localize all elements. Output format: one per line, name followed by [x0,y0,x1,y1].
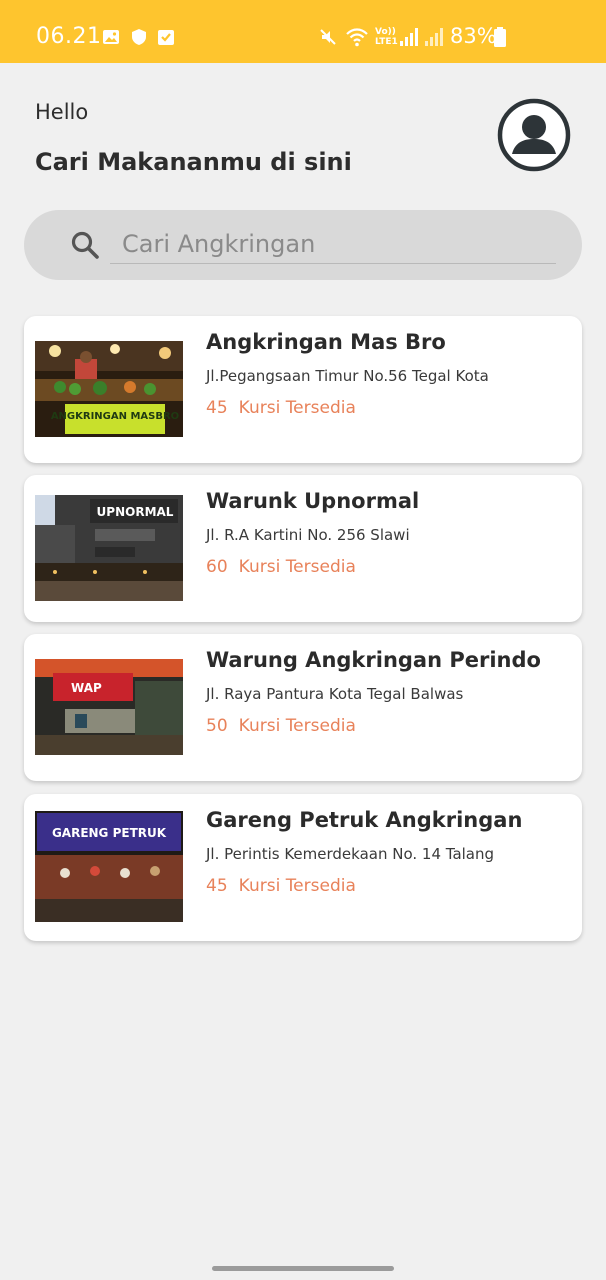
status-bar: 06.21 Vo)) LTE1 83% [0,0,606,63]
gallery-notification-icon [103,30,119,44]
seat-count: 50 [206,716,228,736]
mute-icon [320,29,336,45]
status-time: 06.21 [36,24,102,49]
task-notification-icon [158,30,174,45]
network-type-label: Vo)) LTE1 [375,27,398,47]
battery-percentage: 83% [450,24,497,48]
seat-label: Kursi Tersedia [238,716,356,736]
place-name: Warung Angkringan Perindo [206,648,541,672]
place-card[interactable]: GARENG PETRUK Gareng Petruk Angkringan J… [24,794,582,941]
seat-availability: 45 Kursi Tersedia [206,398,356,418]
place-photo: WAP [35,659,183,755]
seat-label: Kursi Tersedia [238,876,356,896]
place-photo: ANGKRINGAN MASBRO [35,341,183,437]
battery-icon [494,27,506,47]
search-input[interactable]: Cari Angkringan [110,226,556,264]
search-bar[interactable]: Cari Angkringan [24,210,582,280]
place-photo: GARENG PETRUK [35,811,183,922]
place-card[interactable]: WAP Warung Angkringan Perindo Jl. Raya P… [24,634,582,781]
greeting-text: Hello [35,100,89,124]
seat-availability: 50 Kursi Tersedia [206,716,356,736]
wifi-icon [346,28,368,47]
place-card[interactable]: ANGKRINGAN MASBRO Angkringan Mas Bro Jl.… [24,316,582,463]
place-card[interactable]: UPNORMAL Warunk Upnormal Jl. R.A Kartini… [24,475,582,622]
search-icon [71,231,99,259]
sign-text: ANGKRINGAN MASBRO [51,411,179,422]
place-address: Jl. Raya Pantura Kota Tegal Balwas [206,685,464,703]
page-title: Cari Makananmu di sini [35,148,352,176]
seat-availability: 45 Kursi Tersedia [206,876,356,896]
profile-avatar-button[interactable] [497,98,571,172]
sign-text: UPNORMAL [97,505,174,519]
sign-text: GARENG PETRUK [52,826,167,840]
search-placeholder: Cari Angkringan [122,230,316,258]
seat-label: Kursi Tersedia [238,557,356,577]
seat-label: Kursi Tersedia [238,398,356,418]
sign-text: WAP [71,681,102,695]
seat-count: 45 [206,398,228,418]
place-address: Jl. R.A Kartini No. 256 Slawi [206,526,410,544]
signal-strength-secondary-icon [425,28,443,46]
place-address: Jl. Perintis Kemerdekaan No. 14 Talang [206,845,495,863]
shield-notification-icon [132,29,146,45]
place-photo: UPNORMAL [35,495,183,601]
signal-strength-icon [400,28,418,46]
place-name: Angkringan Mas Bro [206,330,446,354]
place-name: Gareng Petruk Angkringan [206,808,523,832]
place-address: Jl.Pegangsaan Timur No.56 Tegal Kota [206,367,489,385]
gesture-nav-handle[interactable] [212,1266,394,1271]
seat-count: 45 [206,876,228,896]
seat-availability: 60 Kursi Tersedia [206,557,356,577]
seat-count: 60 [206,557,228,577]
place-name: Warunk Upnormal [206,489,420,513]
